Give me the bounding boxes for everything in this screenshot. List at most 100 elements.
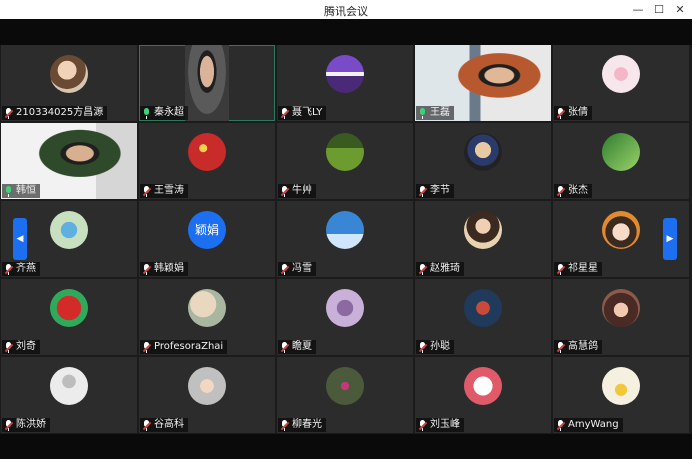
nameplate: 李节 — [416, 184, 454, 198]
nameplate: 陈洪娇 — [2, 418, 50, 432]
participant-name: 赵雅琦 — [430, 263, 460, 274]
participant-name: 谷高科 — [154, 419, 184, 430]
mic-muted-icon — [280, 185, 290, 197]
avatar — [326, 55, 364, 93]
participant-tile[interactable]: 王磊 — [415, 45, 551, 121]
mic-icon — [4, 185, 13, 197]
participant-name: 王磊 — [430, 107, 450, 118]
participant-tile[interactable]: 赵雅琦 — [415, 201, 551, 277]
avatar — [464, 367, 502, 405]
participant-name: 刘玉峰 — [430, 419, 460, 430]
participant-tile[interactable]: 210334025方昌源 — [1, 45, 137, 121]
avatar — [50, 55, 88, 93]
mic-muted-icon — [556, 107, 566, 119]
nameplate: 赵雅琦 — [416, 262, 464, 276]
mic-muted-icon — [556, 185, 566, 197]
participant-tile[interactable]: 李节 — [415, 123, 551, 199]
participant-tile[interactable]: 张倩 — [553, 45, 689, 121]
video-feed — [185, 45, 229, 121]
minimize-icon[interactable]: — — [630, 2, 646, 17]
nameplate: ProfesoraZhai — [140, 340, 228, 354]
nameplate: 秦永超 — [140, 106, 188, 120]
participant-tile[interactable]: 王雪涛 — [139, 123, 275, 199]
avatar — [464, 211, 502, 249]
maximize-icon[interactable]: ☐ — [651, 2, 667, 17]
participant-name: 210334025方昌源 — [16, 107, 104, 118]
participant-tile[interactable]: AmyWang — [553, 357, 689, 433]
mic-muted-icon — [418, 419, 428, 431]
nameplate: 牛艸 — [278, 184, 316, 198]
mic-muted-icon — [418, 185, 428, 197]
avatar — [326, 367, 364, 405]
chevron-right-icon[interactable]: ▶ — [663, 218, 677, 260]
mic-muted-icon — [280, 263, 290, 275]
nameplate: 祁星星 — [554, 262, 602, 276]
avatar — [188, 289, 226, 327]
avatar: 颖娟 — [188, 211, 226, 249]
participant-tile[interactable]: 高慧鸽 — [553, 279, 689, 355]
nameplate: 谷高科 — [140, 418, 188, 432]
participant-name: 秦永超 — [154, 107, 184, 118]
mic-muted-icon — [142, 341, 152, 353]
participant-name: 王雪涛 — [154, 185, 184, 196]
avatar — [188, 367, 226, 405]
participant-tile[interactable]: 聂飞LY — [277, 45, 413, 121]
participant-tile[interactable]: 孙聪 — [415, 279, 551, 355]
mic-muted-icon — [142, 419, 152, 431]
participant-tile[interactable]: 刘奇 — [1, 279, 137, 355]
nameplate: 齐燕 — [2, 262, 40, 276]
participant-tile[interactable]: ProfesoraZhai — [139, 279, 275, 355]
participant-name: 柳春光 — [292, 419, 322, 430]
participant-name: 韩恒 — [16, 185, 36, 196]
avatar — [326, 289, 364, 327]
nameplate: 张杰 — [554, 184, 592, 198]
avatar — [50, 367, 88, 405]
avatar — [464, 133, 502, 171]
mic-muted-icon — [280, 419, 290, 431]
participant-tile[interactable]: 谷高科 — [139, 357, 275, 433]
participant-tile[interactable]: 瞻夏 — [277, 279, 413, 355]
nameplate: 韩颖娟 — [140, 262, 188, 276]
avatar — [602, 55, 640, 93]
participant-name: 李节 — [430, 185, 450, 196]
participant-tile[interactable]: 陈洪娇 — [1, 357, 137, 433]
participant-tile[interactable]: 刘玉峰 — [415, 357, 551, 433]
mic-muted-icon — [4, 107, 14, 119]
participant-tile[interactable]: 柳春光 — [277, 357, 413, 433]
avatar — [188, 133, 226, 171]
nameplate: AmyWang — [554, 418, 623, 432]
participant-tile[interactable]: 冯雪 — [277, 201, 413, 277]
bottom-band — [0, 434, 692, 459]
participant-name: 张杰 — [568, 185, 588, 196]
top-band — [0, 19, 692, 45]
participant-name: AmyWang — [568, 419, 619, 430]
participant-tile[interactable]: 颖娟 韩颖娟 — [139, 201, 275, 277]
avatar — [50, 289, 88, 327]
mic-muted-icon — [4, 263, 14, 275]
avatar — [602, 367, 640, 405]
nameplate: 高慧鸽 — [554, 340, 602, 354]
nameplate: 韩恒 — [2, 184, 40, 198]
chevron-left-icon[interactable]: ◀ — [13, 218, 27, 260]
avatar — [602, 211, 640, 249]
nameplate: 聂飞LY — [278, 106, 327, 120]
participant-tile[interactable]: 张杰 — [553, 123, 689, 199]
close-icon[interactable]: ✕ — [672, 2, 688, 17]
mic-muted-icon — [556, 419, 566, 431]
mic-icon — [418, 107, 427, 119]
title-bar: 腾讯会议 — ☐ ✕ — [0, 0, 692, 19]
participant-tile[interactable]: 韩恒 — [1, 123, 137, 199]
nameplate: 孙聪 — [416, 340, 454, 354]
participant-tile[interactable]: 牛艸 — [277, 123, 413, 199]
nameplate: 王磊 — [416, 106, 454, 120]
mic-muted-icon — [418, 341, 428, 353]
avatar — [50, 211, 88, 249]
mic-muted-icon — [142, 263, 152, 275]
participant-name: 牛艸 — [292, 185, 312, 196]
participant-tile[interactable]: 秦永超 — [139, 45, 275, 121]
nameplate: 冯雪 — [278, 262, 316, 276]
participant-name: 瞻夏 — [292, 341, 312, 352]
mic-muted-icon — [418, 263, 428, 275]
participant-name: 张倩 — [568, 107, 588, 118]
window-title: 腾讯会议 — [324, 5, 368, 18]
